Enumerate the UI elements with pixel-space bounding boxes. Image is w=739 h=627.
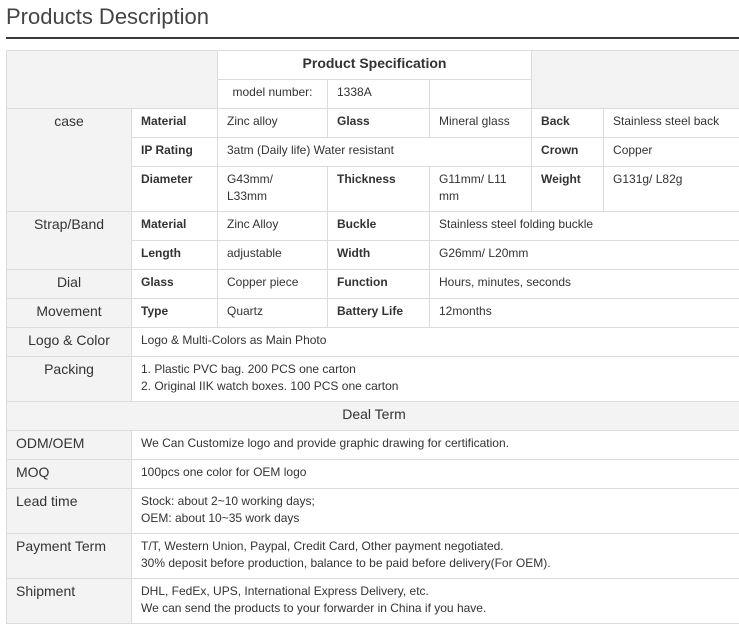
movement-type-label: Type [131,298,218,328]
case-glass-label: Glass [327,108,430,138]
case-material-label: Material [131,108,218,138]
deal-shipment-line1: DHL, FedEx, UPS, International Express D… [141,584,429,598]
section-strap: Strap/Band [6,211,132,270]
case-crown-label: Crown [531,137,605,167]
case-glass-value: Mineral glass [428,108,533,138]
deal-lead-label: Lead time [6,488,132,534]
deal-payment-label: Payment Term [6,533,132,579]
deal-shipment-line2: We can send the products to your forward… [141,601,487,615]
page: Products Description Product Specificati… [0,0,739,627]
deal-payment-line1: T/T, Western Union, Paypal, Credit Card,… [141,539,504,553]
case-weight-value: G131g/ L82g [603,166,739,212]
case-ip-value: 3atm (Daily life) Water resistant [216,137,533,167]
model-value: 1338A [327,79,430,109]
section-logo-color: Logo & Color [6,327,132,357]
dial-function-value: Hours, minutes, seconds [428,269,739,299]
packing-value: 1. Plastic PVC bag. 200 PCS one carton 2… [130,356,739,402]
case-thickness-line1: G11mm/ L11 [439,172,507,186]
spec-corner-cell-right [531,50,739,109]
spec-table: Product Specification model number: 1338… [5,50,739,624]
case-thickness-value: G11mm/ L11 mm [428,166,533,212]
deal-moq-value: 100pcs one color for OEM logo [130,459,739,489]
case-weight-label: Weight [531,166,605,212]
case-diameter-value: G43mm/ L33mm [217,166,328,212]
section-packing: Packing [6,356,132,402]
case-back-value: Stainless steel back [603,108,739,138]
deal-shipment-label: Shipment [6,578,132,624]
case-diameter-line2: L33mm [227,189,268,203]
deal-shipment-value: DHL, FedEx, UPS, International Express D… [130,578,739,624]
packing-line2: 2. Original IIK watch boxes. 100 PCS one… [141,379,399,393]
logo-color-value: Logo & Multi-Colors as Main Photo [130,327,739,357]
deal-lead-line1: Stock: about 2~10 working days; [141,494,315,508]
case-thickness-label: Thickness [327,166,430,212]
spec-corner-cell [6,50,218,109]
spec-header: Product Specification [216,50,533,80]
model-label: model number: [217,79,328,109]
case-crown-value: Copper [603,137,739,167]
case-thickness-line2: mm [439,189,459,203]
deal-odm-label: ODM/OEM [6,430,132,460]
deal-moq-label: MOQ [6,459,132,489]
packing-line1: 1. Plastic PVC bag. 200 PCS one carton [141,362,356,376]
strap-width-label: Width [327,240,430,270]
case-diameter-label: Diameter [131,166,218,212]
title-divider [6,37,739,39]
dial-glass-value: Copper piece [217,269,328,299]
strap-width-value: G26mm/ L20mm [428,240,739,270]
case-back-label: Back [531,108,605,138]
case-diameter-line1: G43mm/ [227,172,274,186]
deal-term-header: Deal Term [5,401,739,431]
deal-lead-value: Stock: about 2~10 working days; OEM: abo… [130,488,739,534]
strap-buckle-label: Buckle [327,211,430,241]
deal-payment-value: T/T, Western Union, Paypal, Credit Card,… [130,533,739,579]
strap-buckle-value: Stainless steel folding buckle [428,211,739,241]
movement-battery-value: 12months [428,298,739,328]
deal-odm-value: We Can Customize logo and provide graphi… [130,430,739,460]
deal-payment-line2: 30% deposit before production, balance t… [141,556,551,570]
page-title: Products Description [6,4,209,29]
strap-length-label: Length [131,240,218,270]
section-dial: Dial [6,269,132,299]
strap-material-label: Material [131,211,218,241]
dial-glass-label: Glass [131,269,218,299]
movement-battery-label: Battery Life [327,298,430,328]
section-movement: Movement [6,298,132,328]
dial-function-label: Function [327,269,430,299]
section-case: case [6,108,132,212]
case-ip-label: IP Rating [131,137,218,167]
deal-lead-line2: OEM: about 10~35 work days [141,511,300,525]
movement-type-value: Quartz [217,298,328,328]
strap-material-value: Zinc Alloy [217,211,328,241]
strap-length-value: adjustable [217,240,328,270]
case-material-value: Zinc alloy [217,108,328,138]
